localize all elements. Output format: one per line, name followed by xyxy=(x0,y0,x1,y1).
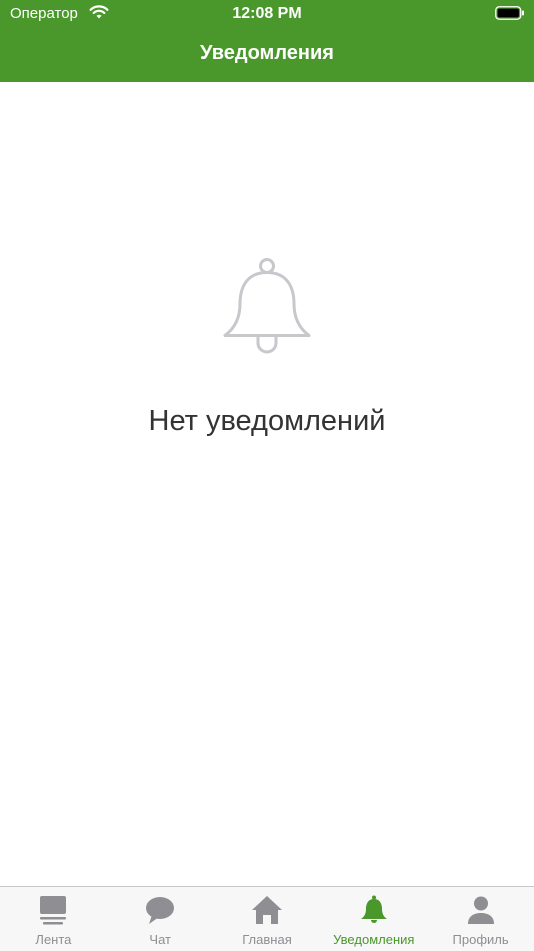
tab-feed[interactable]: Лента xyxy=(0,887,107,951)
home-icon xyxy=(251,896,282,924)
bell-icon xyxy=(223,258,311,354)
navigation-header: Оператор 12:08 PM Уведомления xyxy=(0,0,534,82)
tab-chat[interactable]: Чат xyxy=(107,887,214,951)
feed-icon xyxy=(40,896,67,925)
tab-label: Чат xyxy=(149,932,171,947)
tab-home[interactable]: Главная xyxy=(214,887,321,951)
empty-state-message: Нет уведомлений xyxy=(148,405,386,437)
chat-bubble-icon xyxy=(146,897,175,924)
tab-label: Профиль xyxy=(452,932,509,947)
status-bar: Оператор 12:08 PM xyxy=(0,0,534,28)
tab-label: Лента xyxy=(35,932,72,947)
tab-label: Уведомления xyxy=(333,932,415,947)
battery-icon xyxy=(495,6,524,20)
status-time: 12:08 PM xyxy=(232,5,302,22)
empty-state: Нет уведомлений xyxy=(0,255,534,438)
bell-icon xyxy=(360,895,387,923)
tab-notifications[interactable]: Уведомления xyxy=(320,887,427,951)
tab-label: Главная xyxy=(242,932,292,947)
tab-profile[interactable]: Профиль xyxy=(427,887,534,951)
person-icon xyxy=(467,896,494,924)
page-title: Уведомления xyxy=(200,42,334,64)
tab-bar: Лента Чат Главная Уведомления Профиль xyxy=(0,886,534,951)
